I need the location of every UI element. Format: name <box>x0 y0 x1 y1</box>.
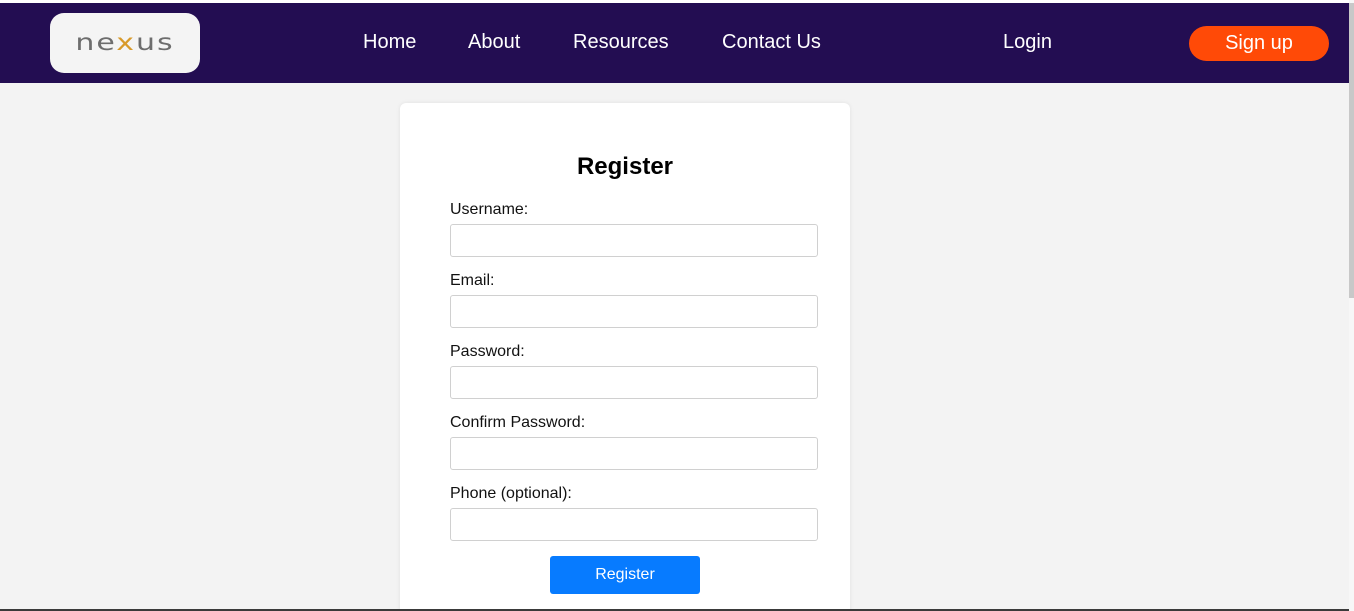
logo-text-x: x <box>116 28 137 57</box>
password-label: Password: <box>450 343 525 360</box>
page-scrollbar-thumb[interactable] <box>1349 3 1354 298</box>
confirm-password-input[interactable] <box>450 437 818 470</box>
username-label: Username: <box>450 201 529 218</box>
logo-text-prefix: ne <box>75 28 117 57</box>
nav-about-link[interactable]: About <box>468 30 520 54</box>
nav-home-link[interactable]: Home <box>363 30 416 54</box>
email-label: Email: <box>450 272 495 289</box>
logo-wordmark: nexus <box>75 31 174 54</box>
nav-contact-us-link[interactable]: Contact Us <box>722 30 821 54</box>
email-input[interactable] <box>450 295 818 328</box>
logo-text-suffix: us <box>136 28 175 57</box>
nav-resources-link[interactable]: Resources <box>573 30 669 54</box>
nexus-logo[interactable]: nexus <box>50 13 200 73</box>
register-title: Register <box>576 153 674 180</box>
password-input[interactable] <box>450 366 818 399</box>
confirm-password-label: Confirm Password: <box>450 414 586 431</box>
page: nexus Home About Resources Contact Us Lo… <box>0 0 1354 611</box>
top-navbar: nexus Home About Resources Contact Us Lo… <box>0 3 1349 83</box>
phone-label: Phone (optional): <box>450 485 572 502</box>
login-link[interactable]: Login <box>1003 30 1052 54</box>
register-card: Register Username: Email: Password: Conf… <box>400 103 850 611</box>
username-input[interactable] <box>450 224 818 257</box>
phone-input[interactable] <box>450 508 818 541</box>
register-submit-button[interactable]: Register <box>550 556 700 594</box>
sign-up-button[interactable]: Sign up <box>1189 26 1329 61</box>
